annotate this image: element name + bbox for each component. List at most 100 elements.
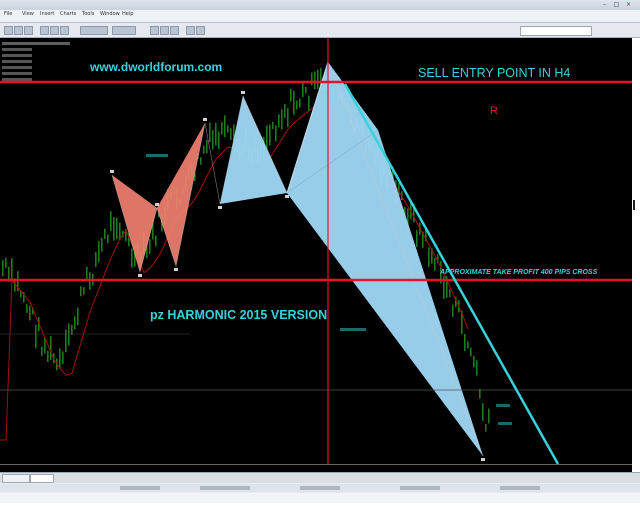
candle [26,304,28,313]
candle [110,211,112,232]
menu-bar: File View Insert Charts Tools Window Hel… [0,10,640,23]
candle [302,81,304,98]
candle [269,124,271,146]
candle [293,90,295,115]
candle [473,355,475,368]
new-order-icon[interactable] [80,26,108,35]
candle [299,98,301,108]
toolbar [0,23,640,38]
candle [488,408,490,424]
chart-canvas: www.dworldforum.com SELL ENTRY POINT IN … [0,38,632,465]
menu-item-window[interactable]: Window [100,11,120,17]
candle [305,86,307,94]
pattern-zigzag [111,61,484,457]
candle [155,235,157,247]
candle [218,131,220,149]
right-scale-strip [632,38,640,464]
candle [206,139,208,154]
candlestick-icon[interactable] [160,26,169,35]
candle [482,403,484,422]
candle [68,323,70,346]
candle [416,229,418,247]
window-title-bar: – □ × [0,0,640,10]
candle [215,122,217,146]
candle [62,351,64,364]
candle [284,103,286,118]
candle [470,347,472,357]
new-chart-icon[interactable] [4,26,13,35]
candle [113,217,115,241]
edge-marker [633,200,635,210]
candle [50,336,52,360]
candle [428,247,430,267]
sell-entry-label: SELL ENTRY POINT IN H4 [418,66,570,80]
candle [209,122,211,143]
candle [65,329,67,353]
candle [311,72,313,86]
menu-item-help[interactable]: Help [122,11,133,17]
menu-item-charts[interactable]: Charts [60,11,76,17]
candle [467,341,469,349]
candle [485,423,487,432]
version-label: pz HARMONIC 2015 VERSION [150,308,327,322]
open-icon[interactable] [14,26,23,35]
candle [287,108,289,128]
candle [434,257,436,271]
candle [449,289,451,298]
candle [476,360,478,376]
chart-tabs [0,472,640,483]
candle [116,217,118,240]
candle [59,348,61,369]
candle [281,109,283,130]
candle [452,304,454,317]
candle [98,241,100,263]
candle [200,157,202,165]
tab-chart-1[interactable] [2,474,30,483]
candle [296,100,298,110]
candle [308,95,310,111]
bar-chart-icon[interactable] [150,26,159,35]
navigator-icon[interactable] [50,26,59,35]
candle [227,125,229,133]
candle [11,258,13,280]
minimize-icon[interactable]: – [600,1,609,8]
save-icon[interactable] [24,26,33,35]
menu-item-tools[interactable]: Tools [82,11,94,17]
bearish-pattern-small [220,96,287,204]
market-watch-icon[interactable] [40,26,49,35]
price-chart[interactable]: www.dworldforum.com SELL ENTRY POINT IN … [0,38,632,465]
candle [131,248,133,268]
maximize-icon[interactable]: □ [612,1,621,8]
candle [47,350,49,363]
autotrading-icon[interactable] [112,26,136,35]
candle [464,334,466,352]
candle [29,305,31,321]
menu-item-insert[interactable]: Insert [40,11,54,17]
status-bar [0,483,640,503]
candle [35,324,37,349]
candle [83,287,85,295]
close-icon[interactable]: × [624,1,633,8]
menu-item-file[interactable]: File [4,11,12,17]
candle [104,228,106,239]
candle [5,257,7,268]
zoom-out-icon[interactable] [196,26,205,35]
candle [80,286,82,297]
tab-chart-2[interactable] [30,474,54,483]
terminal-icon[interactable] [60,26,69,35]
zoom-in-icon[interactable] [186,26,195,35]
candle [107,234,109,244]
candle [41,346,43,357]
candle [317,69,319,90]
website-label: www.dworldforum.com [89,60,222,74]
candle [101,237,103,252]
candle [221,122,223,135]
line-chart-icon[interactable] [170,26,179,35]
menu-item-view[interactable]: View [22,11,34,17]
candle [149,239,151,254]
candle [272,121,274,130]
candle [224,115,226,138]
candle [86,266,88,281]
search-input[interactable] [520,26,592,36]
candle [314,71,316,90]
